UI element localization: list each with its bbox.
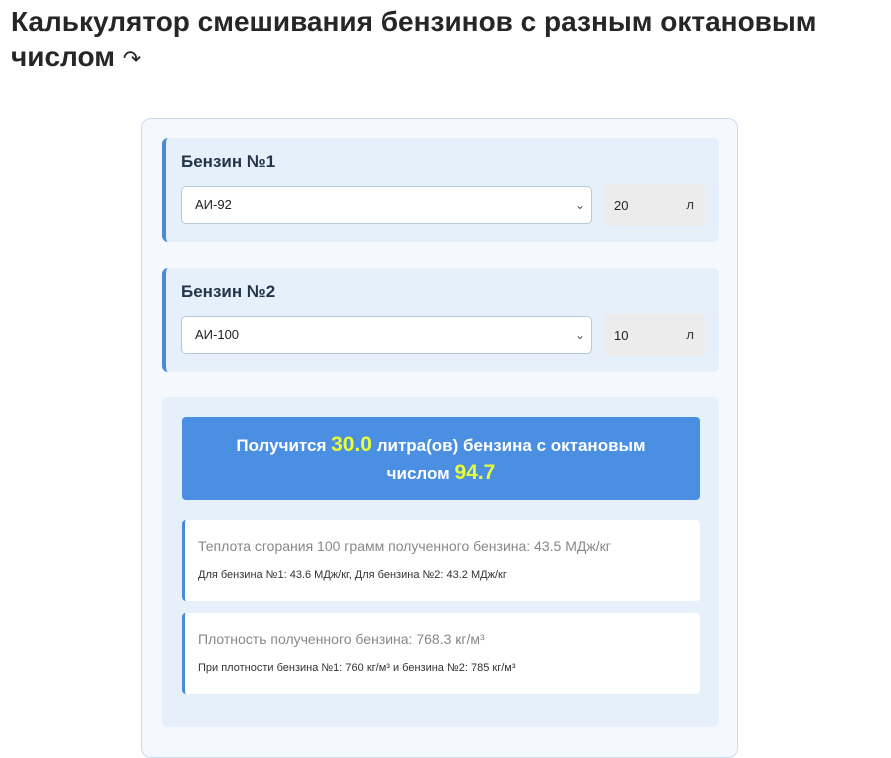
redo-arrow-icon[interactable]: ↷ [123,46,141,71]
density-sub-text: При плотности бензина №1: 760 кг/м³ и бе… [198,662,516,674]
fuel-2-heading: Бензин №2 [181,282,276,301]
result-prefix: Получится [236,436,327,455]
fuel-1-volume-unit: л [686,197,694,212]
heat-sub-text: Для бензина №1: 43.6 МДж/кг, Для бензина… [198,569,507,581]
result-liters: 30.0 [331,433,372,456]
fuel-1-grade-select[interactable]: АИ-92 ⌄ [181,186,592,224]
fuel-2-volume-unit: л [686,327,694,342]
density-info-card: Плотность полученного бензина: 768.3 кг/… [182,613,700,694]
heat-main-text: Теплота сгорания 100 грамм полученного б… [198,538,611,554]
result-octane: 94.7 [454,461,496,484]
fuel-2-volume-input[interactable] [604,314,674,356]
density-main-text: Плотность полученного бензина: 768.3 кг/… [198,631,485,647]
fuel-1-volume-input[interactable] [604,184,674,226]
fuel-2-grade-value: АИ-100 [195,327,240,342]
fuel-1-heading: Бензин №1 [181,152,276,171]
heat-info-card: Теплота сгорания 100 грамм полученного б… [182,520,700,601]
fuel-1-volume-box: л [604,184,705,226]
results-block: Получится 30.0 литра(ов) бензина с октан… [162,397,719,727]
page-title: Калькулятор смешивания бензинов с разным… [11,4,881,76]
fuel-2-grade-select[interactable]: АИ-100 ⌄ [181,316,592,354]
calculator-panel: Бензин №1 АИ-92 ⌄ л Бензин №2 АИ-100 ⌄ л… [141,118,738,758]
result-banner: Получится 30.0 литра(ов) бензина с октан… [182,417,700,500]
chevron-down-icon: ⌄ [574,198,585,212]
fuel-2-volume-box: л [604,314,705,356]
fuel-1-block: Бензин №1 АИ-92 ⌄ л [162,138,719,242]
result-middle: литра(ов) бензина с октановым числом [376,436,646,483]
chevron-down-icon: ⌄ [574,328,585,342]
fuel-2-block: Бензин №2 АИ-100 ⌄ л [162,268,719,372]
fuel-1-grade-value: АИ-92 [195,197,232,212]
